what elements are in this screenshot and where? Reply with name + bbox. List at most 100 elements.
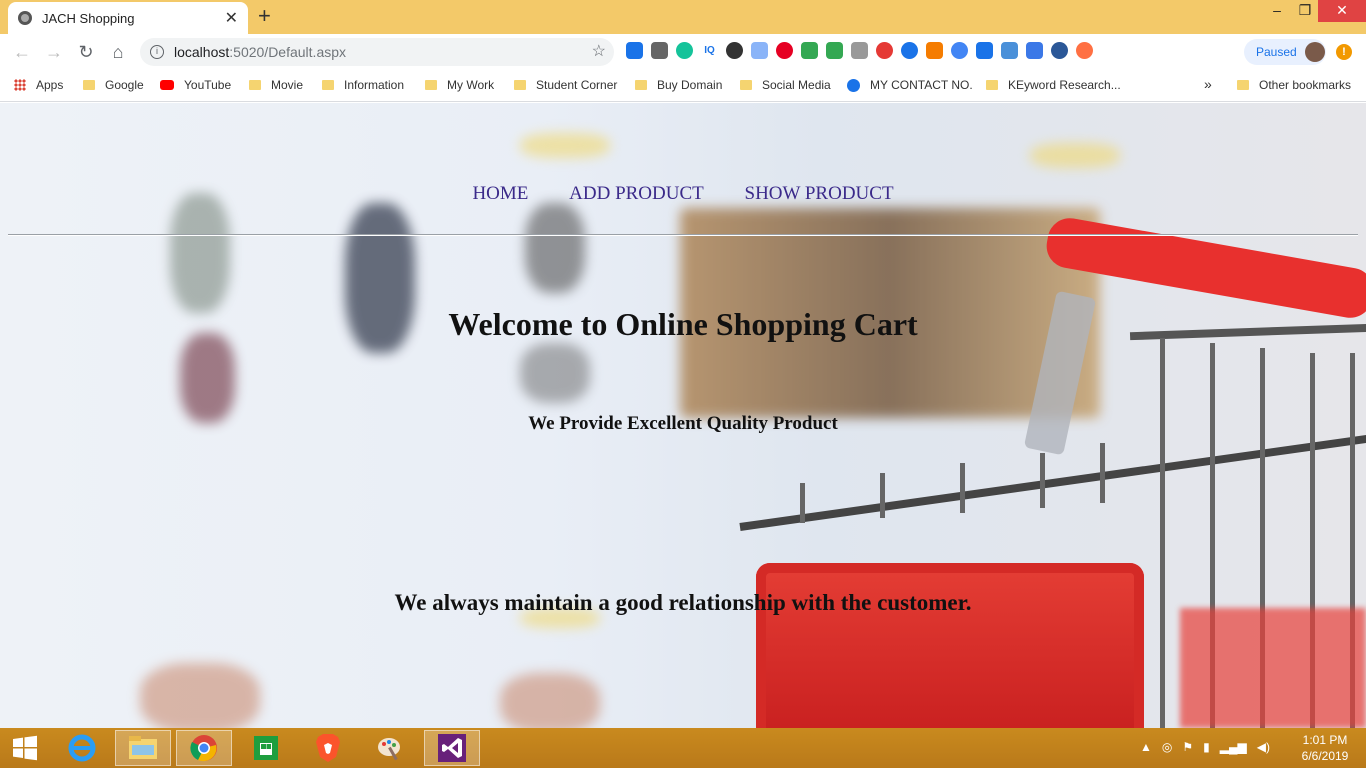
extension-icon[interactable]: [726, 42, 743, 59]
pinterest-icon[interactable]: [776, 42, 793, 59]
profile-button[interactable]: Paused: [1244, 39, 1326, 65]
new-tab-button[interactable]: +: [258, 4, 271, 28]
bookmark-label: KEyword Research...: [1008, 78, 1121, 92]
window-close-button[interactable]: ✕: [1318, 0, 1366, 22]
bookmark-label: YouTube: [184, 78, 232, 92]
bookmark-youtube[interactable]: YouTube: [160, 78, 231, 92]
bookmark-keyword-research[interactable]: KEyword Research...: [986, 78, 1121, 92]
extension-icon[interactable]: [1076, 42, 1093, 59]
network-globe-icon[interactable]: ◎: [1162, 740, 1172, 754]
background-decoration: [170, 193, 230, 313]
home-button[interactable]: ⌂: [106, 40, 130, 64]
cart-basket: [756, 563, 1144, 728]
back-button[interactable]: ←: [10, 40, 34, 64]
other-bookmarks[interactable]: Other bookmarks: [1237, 78, 1351, 92]
bookmark-label: Movie: [271, 78, 304, 92]
bookmark-apps[interactable]: Apps: [14, 78, 63, 92]
extension-icon[interactable]: [1026, 42, 1043, 59]
divider: [8, 234, 1358, 236]
clock-time: 1:01 PM: [1302, 733, 1348, 747]
bookmark-star-icon[interactable]: ☆: [592, 41, 606, 61]
battery-icon[interactable]: ▮: [1203, 740, 1210, 754]
bookmark-movie[interactable]: Movie: [249, 78, 303, 92]
youtube-icon: [160, 80, 174, 90]
brave-icon: [316, 734, 340, 762]
background-decoration: [525, 203, 585, 293]
folder-icon: [740, 80, 752, 90]
nav-show-product-link[interactable]: SHOW PRODUCT: [745, 183, 894, 204]
extension-icon[interactable]: [976, 42, 993, 59]
person-icon: [847, 78, 860, 92]
show-hidden-icons-icon[interactable]: ▲: [1140, 740, 1152, 754]
volume-icon[interactable]: ◀): [1257, 740, 1270, 754]
folder-icon: [322, 80, 334, 90]
start-button[interactable]: [0, 730, 50, 766]
browser-tab[interactable]: JACH Shopping ✕: [8, 2, 248, 34]
bookmark-student-corner[interactable]: Student Corner: [514, 78, 617, 92]
extension-icon[interactable]: IQ: [701, 42, 718, 59]
folder-icon: [986, 80, 998, 90]
bookmark-label: MY CONTACT NO.: [870, 78, 973, 92]
folder-icon: [514, 80, 526, 90]
tab-title: JACH Shopping: [42, 10, 135, 26]
extension-icon[interactable]: [1001, 42, 1018, 59]
bookmarks-overflow-button[interactable]: »: [1204, 76, 1212, 92]
brave-taskbar-button[interactable]: [300, 730, 356, 766]
bookmark-social-media[interactable]: Social Media: [740, 78, 831, 92]
store-taskbar-button[interactable]: [238, 730, 294, 766]
extension-icon[interactable]: [1051, 42, 1068, 59]
grammarly-icon[interactable]: [676, 42, 693, 59]
background-decoration: [520, 343, 590, 403]
paint-taskbar-button[interactable]: [362, 730, 418, 766]
update-menu-icon[interactable]: !: [1336, 44, 1352, 60]
clock-date: 6/6/2019: [1301, 749, 1349, 763]
tab-close-icon[interactable]: ✕: [225, 8, 238, 28]
bookmark-google[interactable]: Google: [83, 78, 144, 92]
chrome-icon: [190, 735, 217, 762]
extension-icon[interactable]: [851, 42, 868, 59]
nav-add-product-link[interactable]: ADD PRODUCT: [569, 183, 704, 204]
windows-taskbar: ▲ ◎ ⚑ ▮ ▂▄▆ ◀) 1:01 PM 6/6/2019: [0, 728, 1366, 768]
page-content: HOME ADD PRODUCT SHOW PRODUCT Welcome to…: [0, 103, 1366, 728]
internet-explorer-taskbar-button[interactable]: [54, 730, 110, 766]
signal-icon[interactable]: ▂▄▆: [1220, 740, 1247, 754]
extension-icon[interactable]: [901, 42, 918, 59]
visual-studio-taskbar-button[interactable]: [424, 730, 480, 766]
forward-button[interactable]: →: [42, 40, 66, 64]
bookmark-label: Apps: [36, 78, 64, 92]
folder-icon: [83, 80, 95, 90]
nav-home-link[interactable]: HOME: [472, 183, 528, 204]
internet-explorer-icon: [68, 734, 96, 762]
bookmarks-bar: Apps Google YouTube Movie Information My…: [0, 70, 1366, 102]
extension-icon[interactable]: [751, 42, 768, 59]
extension-icon[interactable]: [801, 42, 818, 59]
background-decoration: [1180, 608, 1366, 728]
cart-frame: [1160, 338, 1165, 728]
bookmark-label: Other bookmarks: [1259, 78, 1352, 92]
extension-icon[interactable]: [651, 42, 668, 59]
extension-icon[interactable]: [951, 42, 968, 59]
info-icon[interactable]: i: [150, 45, 164, 59]
cart-frame: [1040, 453, 1045, 508]
bookmark-label: Student Corner: [536, 78, 618, 92]
bookmark-information[interactable]: Information: [322, 78, 404, 92]
file-explorer-taskbar-button[interactable]: [115, 730, 171, 766]
chrome-taskbar-button[interactable]: [176, 730, 232, 766]
shield-icon[interactable]: [826, 42, 843, 59]
extensions-area: IQ: [626, 42, 1093, 59]
bookmark-my-work[interactable]: My Work: [425, 78, 494, 92]
store-icon: [254, 736, 278, 760]
extension-icon[interactable]: [876, 42, 893, 59]
extension-icon[interactable]: [926, 42, 943, 59]
bookmark-label: Social Media: [762, 78, 831, 92]
main-nav: HOME ADD PRODUCT SHOW PRODUCT: [0, 183, 1366, 205]
bookmark-contact[interactable]: MY CONTACT NO.: [847, 78, 973, 92]
clock[interactable]: 1:01 PM 6/6/2019: [1290, 732, 1360, 764]
bookmark-buy-domain[interactable]: Buy Domain: [635, 78, 722, 92]
address-bar[interactable]: i localhost:5020/Default.aspx ☆: [140, 38, 614, 66]
paint-icon: [378, 738, 400, 761]
bookmark-label: Buy Domain: [657, 78, 723, 92]
flag-icon[interactable]: ⚑: [1182, 740, 1193, 754]
extension-icon[interactable]: [626, 42, 643, 59]
reload-button[interactable]: ↻: [74, 40, 98, 64]
